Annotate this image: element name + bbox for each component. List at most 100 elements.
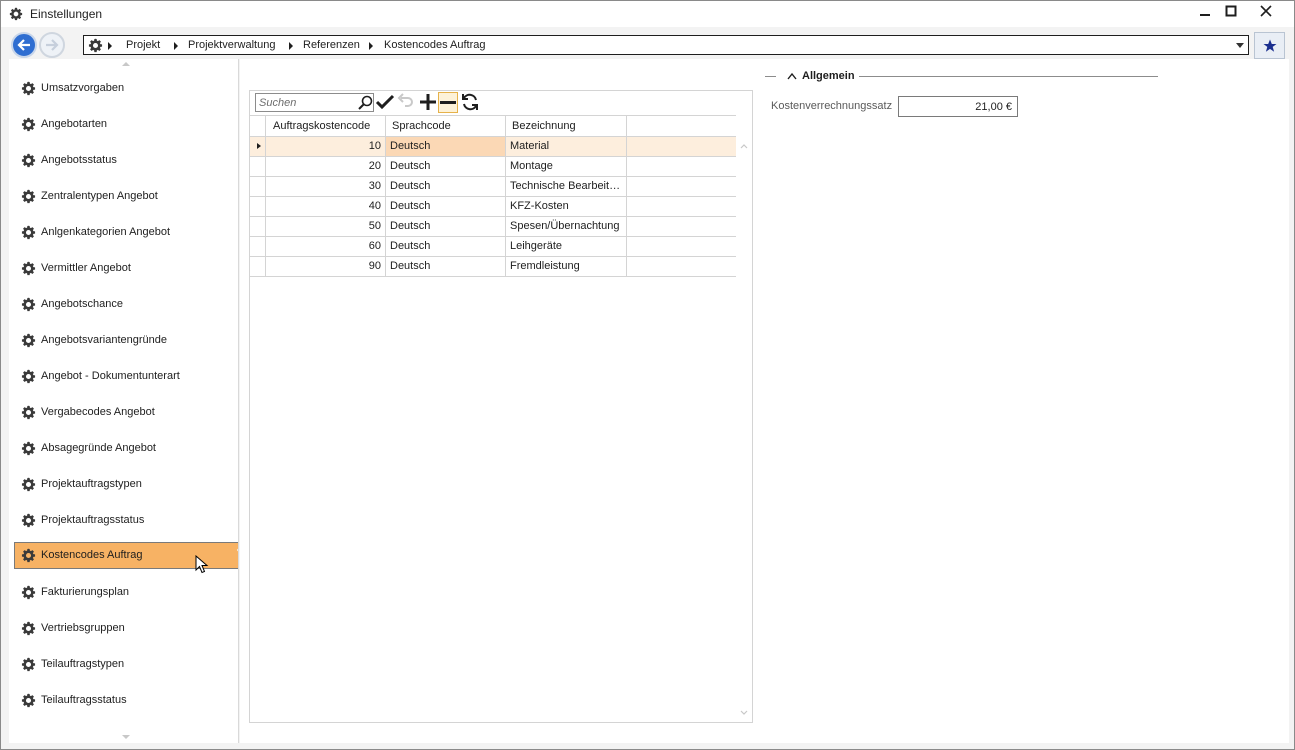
cell-code[interactable]: 10 bbox=[266, 137, 386, 156]
breadcrumb[interactable]: Projekt Projektverwaltung Referenzen Kos… bbox=[83, 35, 1249, 55]
sidebar-item-angebot-dokumentunterart[interactable]: Angebot - Dokumentunterart bbox=[14, 363, 238, 390]
sidebar-item-teilauftragsstatus[interactable]: Teilauftragsstatus bbox=[14, 687, 238, 714]
kostenverrechnungssatz-field[interactable] bbox=[898, 96, 1018, 117]
column-header-sprachcode[interactable]: Sprachcode bbox=[386, 116, 506, 137]
cell-code[interactable]: 50 bbox=[266, 217, 386, 236]
refresh-button[interactable] bbox=[460, 92, 480, 113]
grid-scrollbar[interactable] bbox=[736, 137, 752, 722]
chevron-down-icon[interactable] bbox=[740, 710, 748, 716]
cell-code[interactable]: 90 bbox=[266, 257, 386, 276]
table-row[interactable]: 60 Deutsch Leihgeräte bbox=[250, 237, 736, 257]
table-row[interactable]: 90 Deutsch Fremdleistung bbox=[250, 257, 736, 277]
sidebar-item-angebotsvariantengruende[interactable]: Angebotsvariantengründe bbox=[14, 327, 238, 354]
sidebar-item-label: Vergabecodes Angebot bbox=[41, 406, 155, 418]
sidebar-item-label: Angebotschance bbox=[41, 298, 123, 310]
table-row[interactable]: 30 Deutsch Technische Bearbeitu… bbox=[250, 177, 736, 197]
maximize-button[interactable] bbox=[1216, 3, 1246, 23]
sidebar-item-zentralentypen-angebot[interactable]: Zentralentypen Angebot bbox=[14, 183, 238, 210]
cell-description[interactable]: Montage bbox=[506, 157, 627, 176]
maximize-icon bbox=[1225, 5, 1237, 17]
column-header-auftragskostencode[interactable]: Auftragskostencode bbox=[266, 116, 386, 137]
cell-language[interactable]: Deutsch bbox=[386, 217, 506, 236]
cell-language[interactable]: Deutsch bbox=[386, 237, 506, 256]
cell-language[interactable]: Deutsch bbox=[386, 157, 506, 176]
row-indicator bbox=[250, 157, 266, 176]
scroll-down-icon[interactable] bbox=[122, 735, 130, 739]
chevron-up-icon[interactable] bbox=[740, 143, 748, 149]
gear-icon bbox=[21, 548, 36, 563]
sidebar-item-label: Umsatzvorgaben bbox=[41, 82, 125, 94]
table-row[interactable]: 10 Deutsch Material bbox=[250, 137, 736, 157]
scroll-up-icon[interactable] bbox=[122, 62, 130, 66]
undo-button[interactable] bbox=[397, 92, 417, 113]
cell-code[interactable]: 30 bbox=[266, 177, 386, 196]
cost-codes-grid: Auftragskostencode Sprachcode Bezeichnun… bbox=[249, 90, 753, 723]
breadcrumb-item-referenzen[interactable]: Referenzen bbox=[303, 39, 360, 51]
breadcrumb-item-projektverwaltung[interactable]: Projektverwaltung bbox=[188, 39, 275, 51]
gear-icon bbox=[21, 405, 36, 420]
cell-description[interactable]: Spesen/Übernachtung bbox=[506, 217, 627, 236]
row-indicator bbox=[250, 237, 266, 256]
cell-description[interactable]: Technische Bearbeitu… bbox=[506, 177, 627, 196]
table-row[interactable]: 40 Deutsch KFZ-Kosten bbox=[250, 197, 736, 217]
sidebar-item-angebotsstatus[interactable]: Angebotsstatus bbox=[14, 147, 238, 174]
cell-code[interactable]: 40 bbox=[266, 197, 386, 216]
gear-icon bbox=[21, 225, 36, 240]
sidebar-item-absagegruende-angebot[interactable]: Absagegründe Angebot bbox=[14, 435, 238, 462]
sidebar-item-teilauftragstypen[interactable]: Teilauftragstypen bbox=[14, 651, 238, 678]
sidebar-item-label: Vermittler Angebot bbox=[41, 262, 131, 274]
table-row[interactable]: 20 Deutsch Montage bbox=[250, 157, 736, 177]
arrow-right-icon bbox=[46, 39, 59, 51]
sidebar-item-anlgenkategorien-angebot[interactable]: Anlgenkategorien Angebot bbox=[14, 219, 238, 246]
breadcrumb-item-kostencodes-auftrag[interactable]: Kostencodes Auftrag bbox=[384, 39, 486, 51]
sidebar-item-angebotschance[interactable]: Angebotschance bbox=[14, 291, 238, 318]
cell-code[interactable]: 20 bbox=[266, 157, 386, 176]
cell-description[interactable]: Leihgeräte bbox=[506, 237, 627, 256]
minimize-icon bbox=[1200, 14, 1210, 16]
gear-icon bbox=[21, 153, 36, 168]
sidebar-item-label: Zentralentypen Angebot bbox=[41, 190, 158, 202]
sidebar-item-label: Anlgenkategorien Angebot bbox=[41, 226, 171, 238]
sidebar-item-projektauftragsstatus[interactable]: Projektauftragsstatus bbox=[14, 507, 238, 534]
cell-language[interactable]: Deutsch bbox=[386, 177, 506, 196]
cell-description[interactable]: Fremdleistung bbox=[506, 257, 627, 276]
favorite-button[interactable] bbox=[1254, 32, 1285, 59]
minus-icon bbox=[440, 101, 456, 104]
breadcrumb-item-projekt[interactable]: Projekt bbox=[126, 39, 160, 51]
row-indicator bbox=[250, 217, 266, 236]
cell-language[interactable]: Deutsch bbox=[386, 257, 506, 276]
gear-icon bbox=[21, 513, 36, 528]
close-button[interactable] bbox=[1251, 3, 1281, 23]
breadcrumb-dropdown-icon[interactable] bbox=[1236, 43, 1244, 48]
cell-description[interactable]: KFZ-Kosten bbox=[506, 197, 627, 216]
sidebar-item-label: Absagegründe Angebot bbox=[41, 442, 156, 454]
sidebar-item-projektauftragstypen[interactable]: Projektauftragstypen bbox=[14, 471, 238, 498]
sidebar-item-vermittler-angebot[interactable]: Vermittler Angebot bbox=[14, 255, 238, 282]
refresh-icon bbox=[462, 93, 478, 111]
remove-button[interactable] bbox=[438, 92, 458, 113]
forward-button[interactable] bbox=[39, 32, 65, 58]
undo-icon bbox=[397, 93, 413, 107]
sidebar-item-fakturierungsplan[interactable]: Fakturierungsplan bbox=[14, 579, 238, 606]
add-button[interactable] bbox=[418, 92, 438, 113]
column-header-bezeichnung[interactable]: Bezeichnung bbox=[506, 116, 627, 137]
sidebar-item-vergabecodes-angebot[interactable]: Vergabecodes Angebot bbox=[14, 399, 238, 426]
sidebar-item-angebotarten[interactable]: Angebotarten bbox=[14, 111, 238, 138]
sidebar-item-vertriebsgruppen[interactable]: Vertriebsgruppen bbox=[14, 615, 238, 642]
back-button[interactable] bbox=[11, 32, 37, 58]
gear-icon bbox=[21, 261, 36, 276]
section-title[interactable]: Allgemein bbox=[802, 70, 855, 82]
search-icon[interactable] bbox=[357, 95, 373, 111]
sidebar-item-umsatzvorgaben[interactable]: Umsatzvorgaben bbox=[14, 75, 238, 102]
table-row[interactable]: 50 Deutsch Spesen/Übernachtung bbox=[250, 217, 736, 237]
cell-description[interactable]: Material bbox=[506, 137, 627, 156]
search-input[interactable] bbox=[259, 96, 355, 110]
cell-code[interactable]: 60 bbox=[266, 237, 386, 256]
cell-language[interactable]: Deutsch bbox=[386, 137, 506, 156]
chevron-up-icon[interactable] bbox=[787, 72, 797, 80]
search-box[interactable] bbox=[255, 93, 374, 112]
save-button[interactable] bbox=[375, 92, 395, 113]
gear-icon[interactable] bbox=[88, 38, 103, 53]
cell-language[interactable]: Deutsch bbox=[386, 197, 506, 216]
gear-icon bbox=[21, 441, 36, 456]
